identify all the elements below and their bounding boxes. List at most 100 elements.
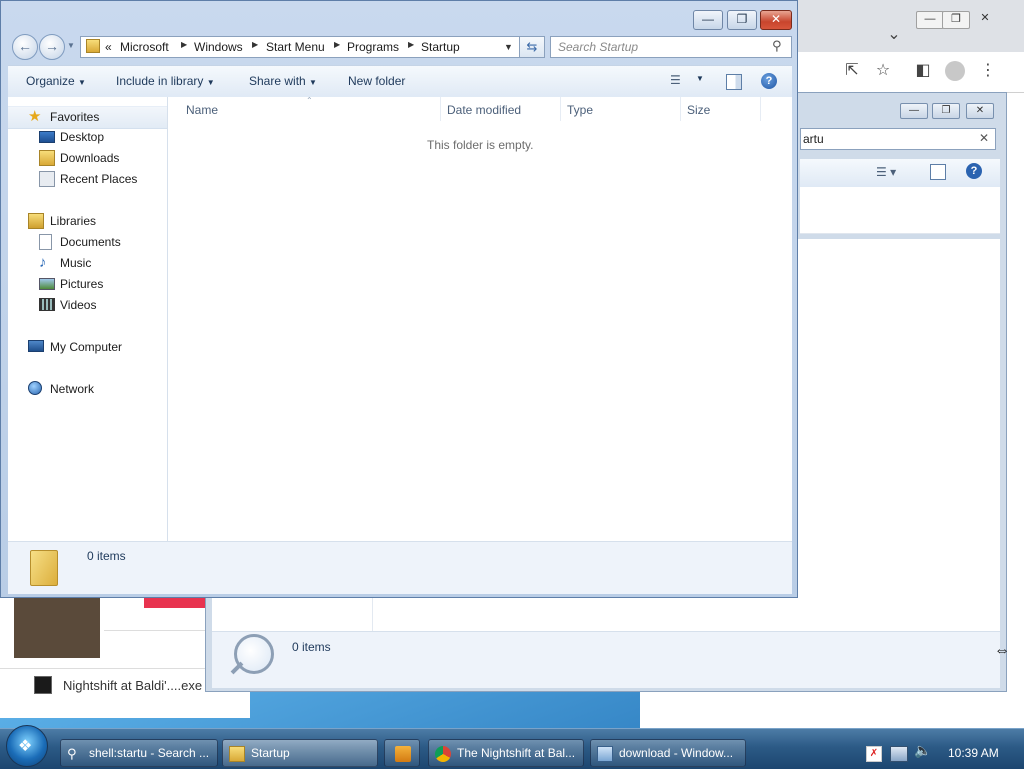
nav-item-network[interactable]: Network	[8, 379, 167, 400]
nav-item-my-computer[interactable]: My Computer	[8, 337, 167, 358]
taskbar-button-media-player[interactable]	[384, 739, 420, 767]
nav-label: Pictures	[60, 277, 104, 291]
preview-pane-icon[interactable]	[930, 164, 946, 180]
start-button[interactable]: ❖	[6, 725, 48, 767]
refresh-icon[interactable]: ⇆	[519, 36, 545, 58]
search-input-value: artu	[803, 132, 824, 146]
nav-item-desktop[interactable]: Desktop	[8, 127, 167, 148]
views-dropdown-icon[interactable]: ▼	[696, 74, 704, 83]
nav-item-videos[interactable]: Videos	[8, 295, 167, 316]
magnifier-icon	[234, 634, 274, 674]
include-label: Include in library	[116, 74, 204, 88]
recent-pages-chevron-icon[interactable]: ▼	[67, 41, 75, 50]
breadcrumb-arrow-icon[interactable]: ▶	[334, 40, 340, 49]
breadcrumb-arrow-icon[interactable]: ▶	[181, 40, 187, 49]
new-folder-button[interactable]: New folder	[348, 74, 405, 88]
nav-item-favorites[interactable]: ★ Favorites	[8, 106, 167, 129]
forward-button[interactable]: →	[39, 34, 65, 60]
nav-item-libraries[interactable]: Libraries	[8, 211, 167, 232]
clock[interactable]: 10:39 AM	[948, 746, 999, 760]
taskbar-button-search[interactable]: ⚲ shell:startu - Search ...	[60, 739, 218, 767]
nav-item-documents[interactable]: Documents	[8, 232, 167, 253]
nav-label: Desktop	[60, 130, 105, 144]
help-icon[interactable]: ?	[761, 73, 777, 89]
file-list[interactable]: Name ⌃ Date modified Type Size This fold…	[168, 96, 792, 541]
star-icon: ★	[28, 108, 42, 125]
taskbar-label: shell:startu - Search ...	[89, 746, 210, 760]
chevron-down-icon[interactable]: ⌄	[883, 25, 905, 45]
breadcrumb-microsoft[interactable]: Microsoft	[120, 40, 169, 54]
nav-label: Downloads	[60, 151, 120, 165]
back-button[interactable]: ←	[12, 34, 38, 60]
taskbar-label: The Nightshift at Bal...	[457, 746, 576, 760]
column-divider[interactable]	[440, 97, 441, 121]
breadcrumb-arrow-icon[interactable]: ▶	[252, 40, 258, 49]
volume-icon[interactable]: 🔈	[914, 742, 931, 759]
nav-item-music[interactable]: ♪ Music	[8, 253, 167, 274]
chevron-down-icon: ▼	[309, 78, 317, 87]
network-tray-icon[interactable]	[890, 746, 908, 762]
share-icon[interactable]: ⇱	[841, 61, 863, 81]
help-icon[interactable]: ?	[966, 163, 982, 179]
column-divider[interactable]	[680, 97, 681, 121]
videos-icon	[39, 298, 55, 311]
search-startup-input[interactable]: Search Startup ⚲	[550, 36, 792, 58]
nav-label: Network	[50, 382, 95, 396]
sort-ascending-icon: ⌃	[306, 96, 313, 105]
address-bar[interactable]: « Microsoft ▶ Windows ▶ Start Menu ▶ Pro…	[80, 36, 544, 58]
taskbar-button-chrome[interactable]: The Nightshift at Bal...	[428, 739, 584, 767]
column-header-size[interactable]: Size	[687, 103, 710, 117]
breadcrumb-windows[interactable]: Windows	[194, 40, 243, 54]
column-header-name[interactable]: Name	[186, 103, 218, 117]
taskbar-button-startup[interactable]: Startup	[222, 739, 378, 767]
chrome-restore-button[interactable]: ❐	[942, 11, 970, 29]
star-icon[interactable]: ☆	[872, 61, 894, 81]
close-button[interactable]: ✕	[760, 10, 792, 30]
nav-item-downloads[interactable]: Downloads	[8, 148, 167, 169]
search-icon[interactable]: ⚲	[772, 38, 782, 54]
nav-item-recent-places[interactable]: Recent Places	[8, 169, 167, 190]
sidepanel-icon[interactable]: ◧	[912, 61, 934, 81]
nav-label: Videos	[60, 298, 97, 312]
nav-item-pictures[interactable]: Pictures	[8, 274, 167, 295]
red-button-fragment[interactable]	[144, 598, 206, 608]
menu-icon[interactable]: ⋮	[977, 61, 999, 81]
action-center-warning-icon[interactable]: ✗	[866, 746, 882, 762]
breadcrumb-prefix[interactable]: «	[105, 40, 112, 54]
views-icon[interactable]: ☰ ▾	[876, 165, 896, 179]
breadcrumb-programs[interactable]: Programs	[347, 40, 399, 54]
column-divider[interactable]	[760, 97, 761, 121]
search-input[interactable]: artu ✕	[800, 128, 996, 150]
chrome-close-button[interactable]: ✕	[972, 11, 998, 27]
include-in-library-button[interactable]: Include in library ▼	[116, 74, 215, 88]
download-item-label[interactable]: Nightshift at Baldi'....exe	[63, 678, 202, 693]
column-header-date-modified[interactable]: Date modified	[447, 103, 521, 117]
organize-button[interactable]: Organize ▼	[26, 74, 86, 88]
nav-label: Favorites	[50, 110, 100, 124]
column-divider[interactable]	[560, 97, 561, 121]
profile-icon[interactable]	[945, 61, 965, 81]
breadcrumb-arrow-icon[interactable]: ▶	[408, 40, 414, 49]
nav-label: Music	[60, 256, 92, 270]
command-bar: Organize ▼ Include in library ▼ Share wi…	[8, 65, 792, 99]
column-header-type[interactable]: Type	[567, 103, 593, 117]
search-maximize-button[interactable]: ❐	[932, 103, 960, 119]
minimize-button[interactable]: —	[693, 10, 723, 30]
taskbar-label: download - Window...	[619, 746, 734, 760]
breadcrumb-startup[interactable]: Startup	[421, 40, 460, 54]
share-with-button[interactable]: Share with ▼	[249, 74, 317, 88]
search-minimize-button[interactable]: —	[900, 103, 928, 119]
explorer-icon	[597, 746, 613, 762]
taskbar-button-download-window[interactable]: download - Window...	[590, 739, 746, 767]
search-toolbar: ☰ ▾ ?	[800, 159, 1000, 187]
breadcrumb-start-menu[interactable]: Start Menu	[266, 40, 325, 54]
address-dropdown-icon[interactable]: ▼	[504, 42, 513, 52]
nav-label: Libraries	[50, 214, 97, 228]
search-close-button[interactable]: ✕	[966, 103, 994, 119]
maximize-button[interactable]: ❐	[727, 10, 757, 30]
exe-file-icon	[34, 676, 52, 694]
clear-search-icon[interactable]: ✕	[979, 131, 989, 145]
preview-pane-icon[interactable]	[726, 74, 742, 90]
chrome-minimize-button[interactable]: —	[916, 11, 944, 29]
views-icon[interactable]: ☰	[670, 73, 681, 87]
